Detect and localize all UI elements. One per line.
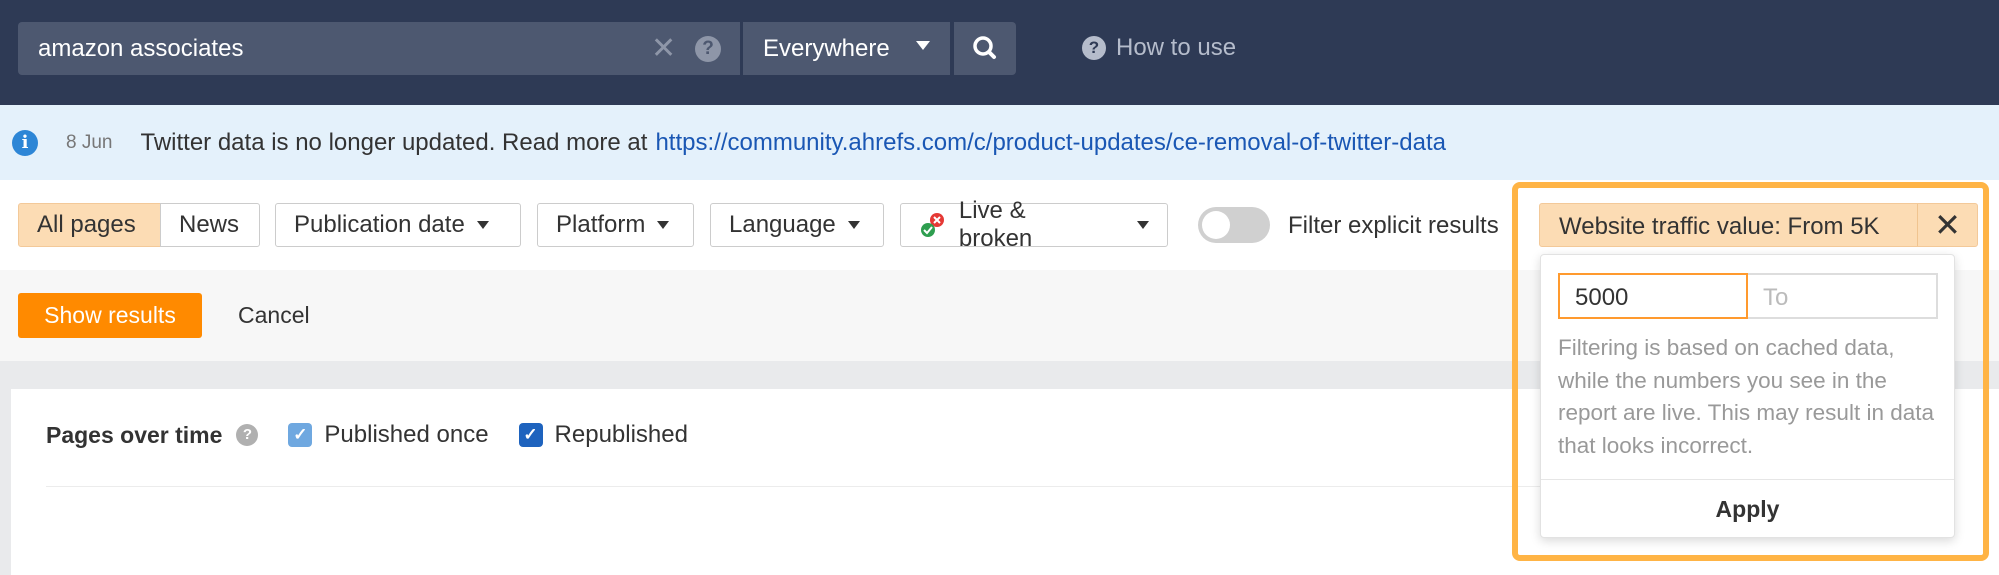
checkbox-label: Republished: [554, 421, 688, 448]
search-icon: [973, 36, 996, 59]
notice-link[interactable]: https://community.ahrefs.com/c/product-u…: [655, 129, 1446, 157]
dropdown-label: Language: [729, 211, 836, 238]
help-icon[interactable]: ?: [236, 424, 259, 446]
tab-news[interactable]: News: [160, 203, 260, 247]
show-results-button[interactable]: Show results: [18, 293, 202, 338]
info-icon: i: [12, 129, 38, 156]
notice-date: 8 Jun: [66, 131, 113, 153]
live-broken-dropdown[interactable]: Live & broken: [900, 197, 1168, 252]
chart-title: Pages over time: [46, 421, 223, 448]
filter-note: Filtering is based on cached data, while…: [1558, 335, 1934, 458]
republished-checkbox[interactable]: ✓ Republished: [518, 421, 688, 449]
traffic-filter-popup: 5000 To Filtering is based on cached dat…: [1540, 254, 1955, 538]
caret-down-icon: [847, 221, 860, 229]
scope-label: Everywhere: [763, 35, 890, 62]
chart-header: Pages over time ? ✓ Published once ✓ Repub…: [46, 421, 688, 449]
from-input[interactable]: 5000: [1558, 273, 1748, 319]
publication-date-dropdown[interactable]: Publication date: [275, 203, 521, 247]
top-header: amazon associates ✕ ? Everywhere ? How to…: [0, 0, 1999, 105]
caret-down-icon: [916, 41, 930, 50]
explicit-label: Filter explicit results: [1288, 212, 1499, 239]
notice-text: Twitter data is no longer updated. Read …: [140, 128, 648, 156]
scope-dropdown[interactable]: Everywhere: [743, 22, 950, 75]
dropdown-label: Publication date: [294, 211, 465, 238]
tab-label: News: [179, 211, 240, 238]
language-dropdown[interactable]: Language: [710, 203, 884, 247]
checkbox-checked-icon: ✓: [288, 423, 313, 447]
checkbox-label: Published once: [324, 421, 489, 448]
to-input[interactable]: To: [1748, 273, 1938, 319]
how-to-use-label: How to use: [1116, 34, 1237, 61]
how-to-use-link[interactable]: ? How to use: [1082, 34, 1236, 62]
tab-label: All pages: [37, 211, 136, 238]
published-once-checkbox[interactable]: ✓ Published once: [288, 421, 489, 449]
checkbox-checked-icon: ✓: [518, 423, 543, 447]
dropdown-label: Live & broken: [958, 197, 1033, 252]
notice-banner: i 8 Jun Twitter data is no longer update…: [0, 105, 1999, 180]
toggle-knob: [1202, 211, 1230, 239]
apply-button[interactable]: Apply: [1541, 479, 1954, 537]
dropdown-label: Platform: [556, 211, 646, 238]
close-icon[interactable]: ✕: [1917, 204, 1977, 246]
help-icon[interactable]: ?: [695, 36, 721, 62]
caret-down-icon: [1137, 221, 1149, 229]
search-button[interactable]: [954, 22, 1016, 75]
search-input[interactable]: amazon associates ✕ ?: [18, 22, 740, 75]
card-edge: [0, 389, 11, 575]
clear-icon[interactable]: ✕: [651, 31, 676, 66]
link-status-icon: [921, 213, 944, 237]
traffic-value-filter-chip[interactable]: Website traffic value: From 5K ✕: [1539, 203, 1978, 247]
tab-all-pages[interactable]: All pages: [18, 203, 161, 247]
chip-label: Website traffic value: From 5K: [1559, 213, 1880, 240]
divider: [46, 486, 1546, 487]
search-value: amazon associates: [38, 35, 244, 62]
explicit-toggle[interactable]: [1198, 207, 1270, 243]
question-icon: ?: [1082, 36, 1106, 60]
cancel-button[interactable]: Cancel: [238, 302, 310, 329]
caret-down-icon: [657, 221, 670, 229]
caret-down-icon: [476, 221, 489, 229]
platform-dropdown[interactable]: Platform: [537, 203, 694, 247]
